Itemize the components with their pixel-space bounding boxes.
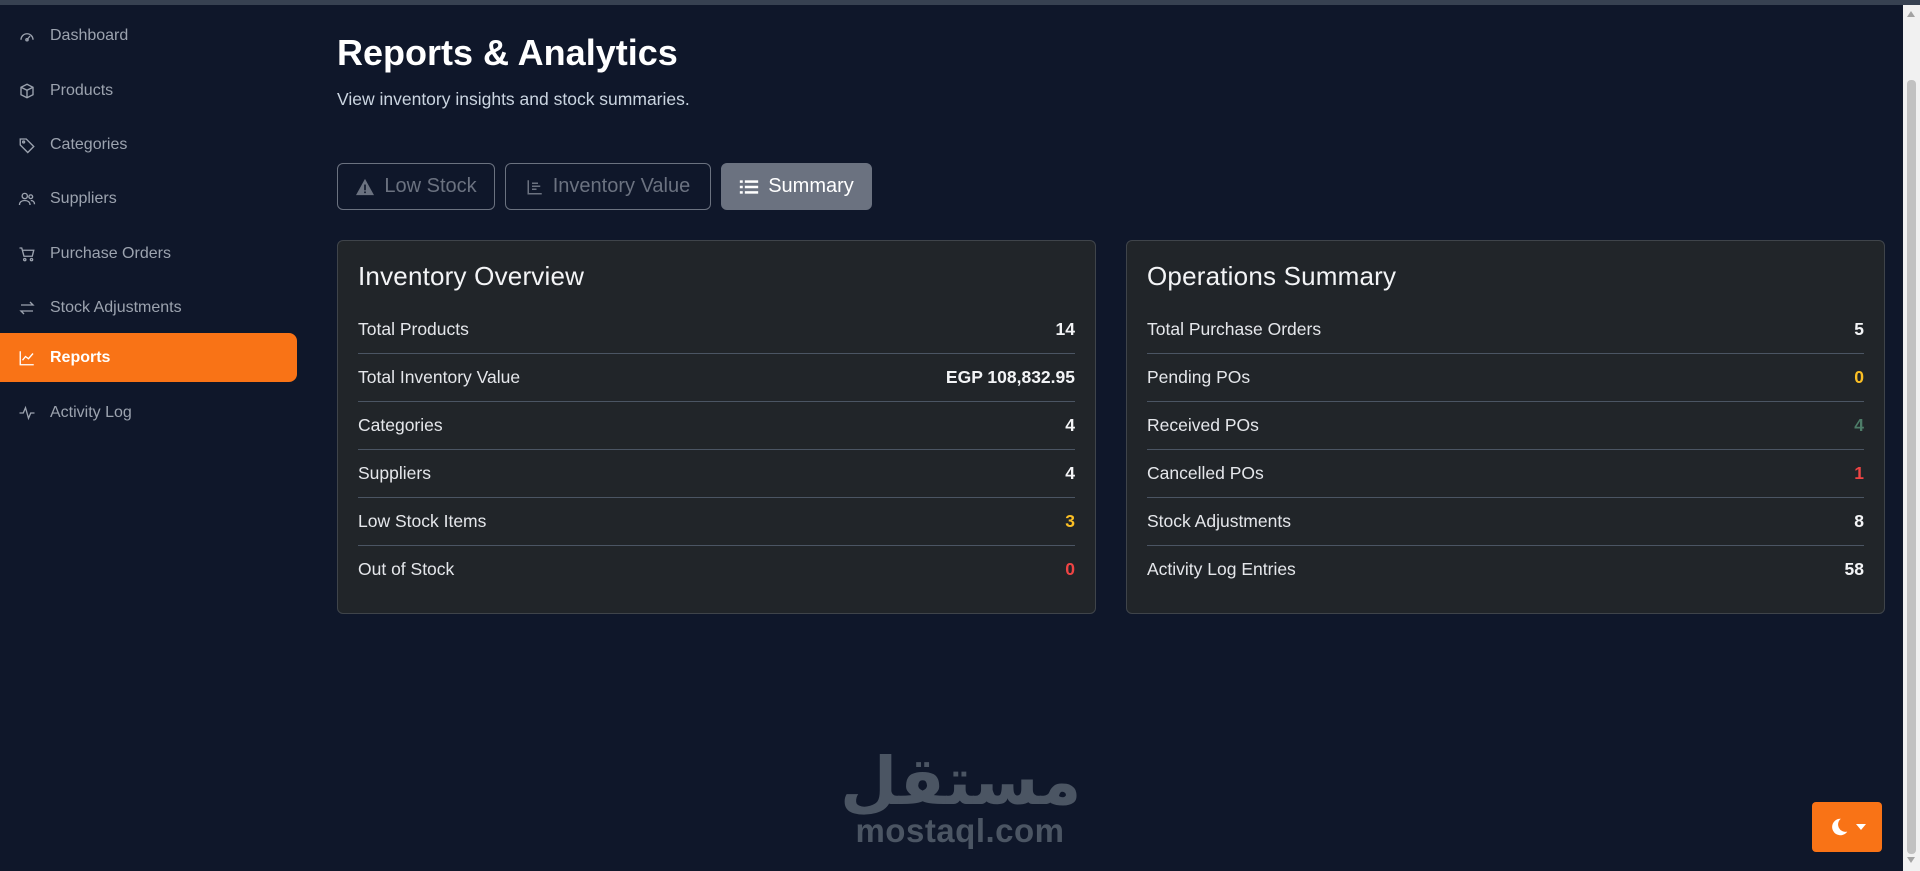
- bar-chart-icon: [526, 178, 544, 196]
- scroll-down-icon[interactable]: [1907, 857, 1915, 863]
- scroll-up-icon[interactable]: [1907, 11, 1915, 17]
- sidebar-item-label: Products: [50, 81, 114, 99]
- stat-row: Received POs 4: [1147, 402, 1864, 450]
- box-icon: [18, 82, 36, 100]
- sidebar-item-label: Purchase Orders: [50, 244, 171, 262]
- stat-row: Suppliers 4: [358, 450, 1075, 498]
- stat-row: Stock Adjustments 8: [1147, 498, 1864, 546]
- stat-label: Activity Log Entries: [1147, 559, 1296, 579]
- stat-row: Cancelled POs 1: [1147, 450, 1864, 498]
- stat-value: 0: [1065, 559, 1075, 579]
- vertical-scrollbar[interactable]: [1903, 5, 1920, 871]
- stat-row: Total Purchase Orders 5: [1147, 306, 1864, 354]
- stat-label: Received POs: [1147, 415, 1259, 435]
- stat-row: Out of Stock 0: [358, 546, 1075, 593]
- stat-row: Activity Log Entries 58: [1147, 546, 1864, 593]
- tab-label: Summary: [768, 175, 854, 197]
- watermark-latin: mostaql.com: [855, 812, 1065, 849]
- page-title: Reports & Analytics: [337, 32, 678, 73]
- stat-label: Total Purchase Orders: [1147, 319, 1322, 339]
- dashboard-icon: [18, 27, 36, 45]
- card-title: Operations Summary: [1147, 261, 1397, 291]
- sidebar-item-purchase-orders[interactable]: Purchase Orders: [0, 229, 297, 278]
- stat-row: Total Inventory Value EGP 108,832.95: [358, 354, 1075, 402]
- stat-label: Stock Adjustments: [1147, 511, 1291, 531]
- sidebar-item-label: Categories: [50, 135, 128, 153]
- operations-summary-card: Operations Summary Total Purchase Orders…: [1126, 240, 1885, 614]
- theme-toggle-button[interactable]: [1812, 802, 1882, 852]
- sidebar-item-products[interactable]: Products: [0, 66, 297, 115]
- sidebar-item-categories[interactable]: Categories: [0, 120, 297, 169]
- stat-value: 8: [1854, 511, 1864, 531]
- stat-label: Cancelled POs: [1147, 463, 1264, 483]
- inventory-overview-card: Inventory Overview Total Products 14 Tot…: [337, 240, 1096, 614]
- sidebar: Dashboard Products Categories Suppliers …: [0, 5, 300, 871]
- line-chart-icon: [18, 349, 36, 367]
- tab-label: Inventory Value: [552, 175, 691, 197]
- chevron-down-icon: [1856, 824, 1866, 830]
- scrollbar-thumb[interactable]: [1907, 80, 1916, 854]
- stat-row: Total Products 14: [358, 306, 1075, 354]
- page-subtitle: View inventory insights and stock summar…: [337, 89, 690, 109]
- stat-value: 3: [1065, 511, 1075, 531]
- stat-value: 5: [1854, 319, 1864, 339]
- sidebar-item-label: Suppliers: [50, 189, 117, 207]
- stat-value: 1: [1854, 463, 1864, 483]
- cart-icon: [18, 245, 36, 263]
- stat-label: Categories: [358, 415, 443, 435]
- stat-value: 4: [1065, 415, 1075, 435]
- stat-row: Low Stock Items 3: [358, 498, 1075, 546]
- sidebar-item-suppliers[interactable]: Suppliers: [0, 174, 297, 223]
- stat-label: Suppliers: [358, 463, 431, 483]
- list-icon: [739, 178, 759, 196]
- stat-value: EGP 108,832.95: [945, 367, 1075, 387]
- sidebar-item-stock-adjustments[interactable]: Stock Adjustments: [0, 283, 297, 332]
- watermark-arabic: مستقل: [840, 743, 1082, 820]
- watermark-logo: مستقل mostaql.com: [840, 743, 1082, 850]
- stat-value: 14: [1055, 319, 1075, 339]
- sidebar-item-label: Reports: [50, 348, 111, 366]
- stat-label: Total Products: [358, 319, 469, 339]
- tab-low-stock[interactable]: Low Stock: [337, 163, 495, 210]
- stat-label: Total Inventory Value: [358, 367, 521, 387]
- tab-inventory-value[interactable]: Inventory Value: [505, 163, 711, 210]
- stat-value: 4: [1065, 463, 1075, 483]
- stat-row: Categories 4: [358, 402, 1075, 450]
- sidebar-item-reports[interactable]: Reports: [0, 333, 297, 382]
- tab-summary[interactable]: Summary: [721, 163, 872, 210]
- arrows-exchange-icon: [18, 299, 36, 317]
- stat-row: Pending POs 0: [1147, 354, 1864, 402]
- stat-label: Pending POs: [1147, 367, 1251, 387]
- stat-value: 58: [1844, 559, 1864, 579]
- stat-value: 4: [1854, 415, 1864, 435]
- users-icon: [18, 190, 36, 208]
- sidebar-item-label: Dashboard: [50, 26, 129, 44]
- sidebar-item-dashboard[interactable]: Dashboard: [0, 11, 297, 60]
- stat-value: 0: [1854, 367, 1864, 387]
- sidebar-item-label: Stock Adjustments: [50, 298, 182, 316]
- tag-icon: [18, 136, 36, 154]
- sidebar-item-label: Activity Log: [50, 403, 132, 421]
- stat-label: Out of Stock: [358, 559, 455, 579]
- warning-icon: [355, 178, 375, 196]
- stat-label: Low Stock Items: [358, 511, 487, 531]
- tab-label: Low Stock: [384, 175, 477, 197]
- moon-stars-icon: [1828, 816, 1850, 838]
- activity-icon: [18, 404, 36, 422]
- card-title: Inventory Overview: [358, 261, 585, 291]
- sidebar-item-activity-log[interactable]: Activity Log: [0, 388, 297, 437]
